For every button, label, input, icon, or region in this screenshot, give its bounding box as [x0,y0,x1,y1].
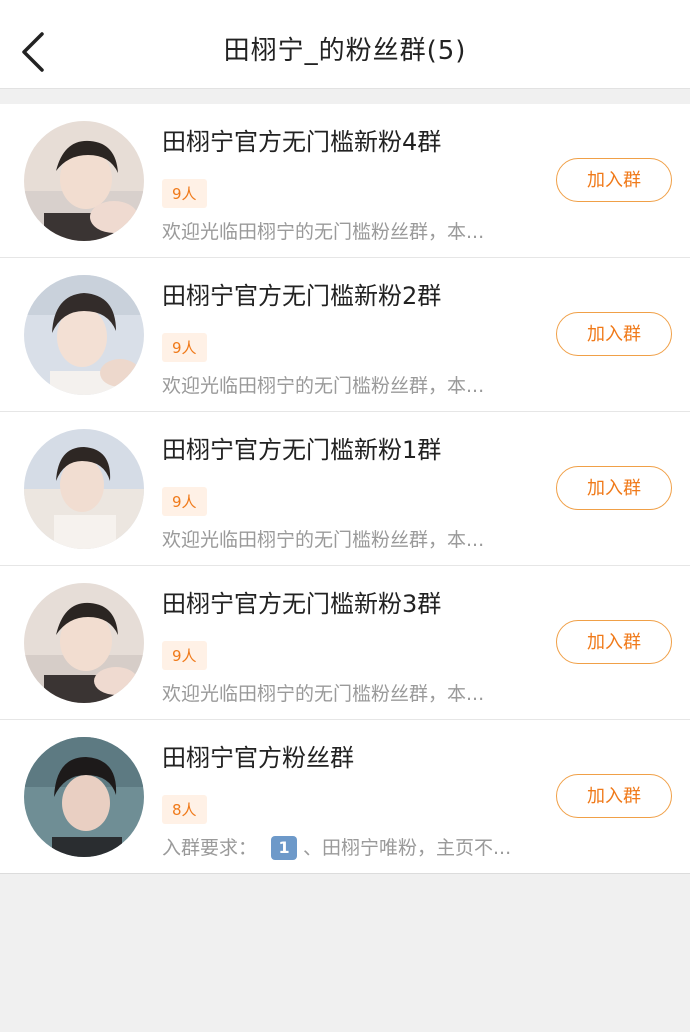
group-requirement: 入群要求： 1 、田栩宁唯粉，主页不... [162,833,511,860]
join-group-button[interactable]: 加入群 [556,158,672,202]
number-one-icon: 1 [271,836,298,860]
group-description: 欢迎光临田栩宁的无门槛粉丝群，本... [162,529,485,551]
group-name: 田栩宁官方无门槛新粉1群 [162,436,442,464]
join-group-button[interactable]: 加入群 [556,774,672,818]
member-count-badge: 9人 [162,333,207,362]
member-count-badge: 9人 [162,487,207,516]
navigation-bar: 田栩宁_的粉丝群(5) [0,0,690,89]
group-description: 欢迎光临田栩宁的无门槛粉丝群，本... [162,375,485,397]
requirement-label: 入群要求： [162,837,258,859]
group-list: 田栩宁官方无门槛新粉4群 9人 欢迎光临田栩宁的无门槛粉丝群，本... 加入群 … [0,104,690,874]
group-name: 田栩宁官方粉丝群 [162,744,354,772]
group-list-item[interactable]: 田栩宁官方无门槛新粉4群 9人 欢迎光临田栩宁的无门槛粉丝群，本... 加入群 [0,104,690,258]
group-avatar [24,121,144,241]
join-group-button[interactable]: 加入群 [556,466,672,510]
group-list-item[interactable]: 田栩宁官方无门槛新粉1群 9人 欢迎光临田栩宁的无门槛粉丝群，本... 加入群 [0,412,690,566]
join-group-button[interactable]: 加入群 [556,312,672,356]
group-avatar [24,737,144,857]
group-name: 田栩宁官方无门槛新粉4群 [162,128,442,156]
member-count-badge: 8人 [162,795,207,824]
group-avatar [24,275,144,395]
page-title: 田栩宁_的粉丝群(5) [223,36,467,66]
group-list-item[interactable]: 田栩宁官方粉丝群 8人 入群要求： 1 、田栩宁唯粉，主页不... 加入群 [0,720,690,874]
group-avatar [24,429,144,549]
member-count-badge: 9人 [162,641,207,670]
group-name: 田栩宁官方无门槛新粉2群 [162,282,442,310]
requirement-text: 、田栩宁唯粉，主页不... [303,837,512,859]
group-description: 欢迎光临田栩宁的无门槛粉丝群，本... [162,683,485,705]
join-group-button[interactable]: 加入群 [556,620,672,664]
member-count-badge: 9人 [162,179,207,208]
group-avatar [24,583,144,703]
group-list-item[interactable]: 田栩宁官方无门槛新粉2群 9人 欢迎光临田栩宁的无门槛粉丝群，本... 加入群 [0,258,690,412]
group-name: 田栩宁官方无门槛新粉3群 [162,590,442,618]
group-list-item[interactable]: 田栩宁官方无门槛新粉3群 9人 欢迎光临田栩宁的无门槛粉丝群，本... 加入群 [0,566,690,720]
group-description: 欢迎光临田栩宁的无门槛粉丝群，本... [162,221,485,243]
